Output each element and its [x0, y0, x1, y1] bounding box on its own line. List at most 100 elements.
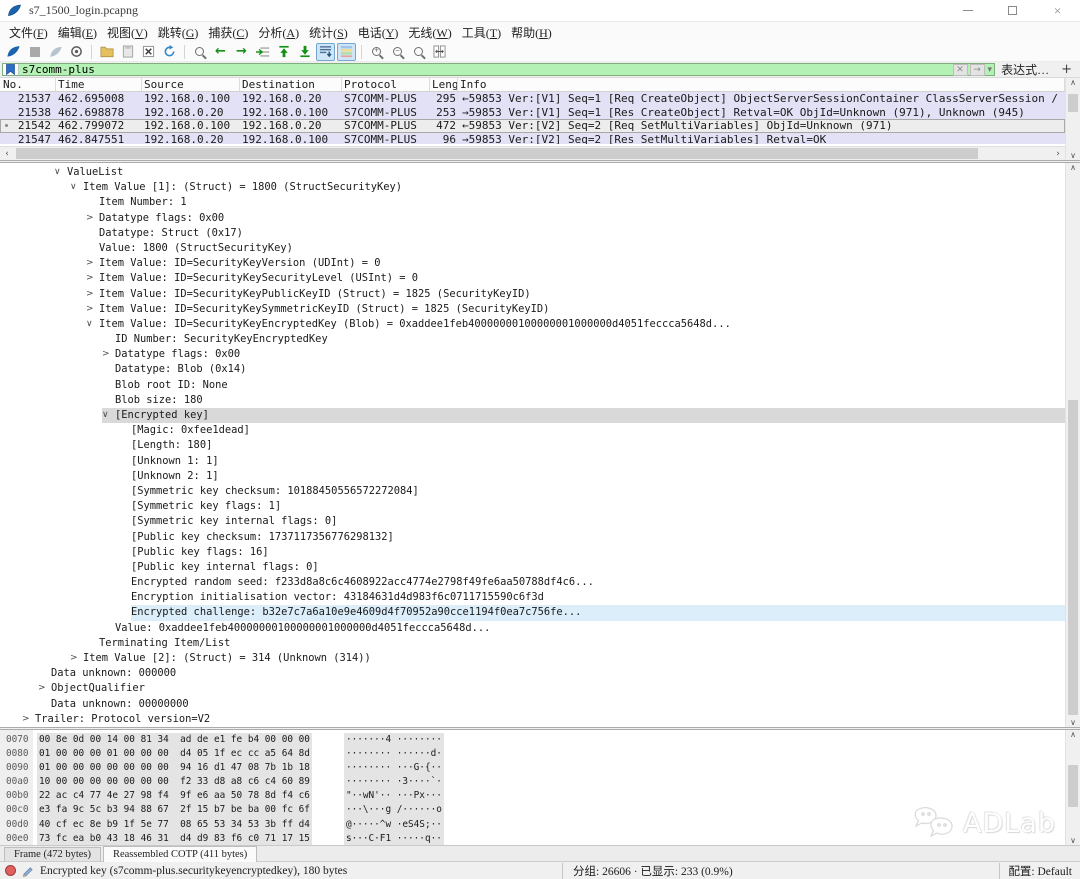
zoom-out-button[interactable]: − — [388, 43, 407, 61]
vscroll-thumb[interactable] — [1068, 94, 1078, 112]
packet-row[interactable]: 21538462.698878192.168.0.20192.168.0.100… — [0, 106, 1065, 120]
tree-label[interactable]: [Encrypted key] — [115, 408, 1065, 423]
scroll-right-icon[interactable]: › — [1051, 149, 1065, 159]
tree-label[interactable]: [Symmetric key internal flags: 0] — [131, 514, 1065, 529]
tree-row[interactable]: [Public key checksum: 173711735677629813… — [0, 530, 1065, 545]
expression-button[interactable]: 表达式… — [995, 61, 1055, 78]
scroll-down-icon[interactable]: ∨ — [1066, 718, 1080, 727]
tree-row[interactable]: Blob size: 180 — [0, 393, 1065, 408]
hex-row[interactable]: 007000 8e 0d 00 14 00 81 34 ad de e1 fe … — [0, 733, 1065, 747]
file-close-button[interactable] — [139, 43, 158, 61]
menu-item-G[interactable]: 跳转(G) — [153, 22, 204, 43]
scroll-down-icon[interactable]: ∨ — [1066, 836, 1080, 845]
scroll-left-icon[interactable]: ‹ — [0, 149, 14, 159]
packet-row[interactable]: 21542462.799072192.168.0.100192.168.0.20… — [0, 119, 1065, 133]
tree-row[interactable]: ID Number: SecurityKeyEncryptedKey — [0, 332, 1065, 347]
tree-label[interactable]: Item Value: ID=SecurityKeySecurityLevel … — [99, 271, 1065, 286]
capture-stop-button[interactable] — [25, 43, 44, 61]
tree-label[interactable]: Datatype: Struct (0x17) — [99, 226, 1065, 241]
filter-apply-button[interactable]: → — [970, 64, 985, 76]
expander-closed-icon[interactable]: > — [86, 256, 99, 271]
expander-open-icon[interactable]: ∨ — [86, 317, 99, 332]
tree-row[interactable]: Encrypted random seed: f233d8a8c6c460892… — [0, 575, 1065, 590]
tree-label[interactable]: Blob size: 180 — [115, 393, 1065, 408]
hex-bytes[interactable]: 10 00 00 00 00 00 00 00 f2 33 d8 a8 c6 c… — [37, 775, 312, 789]
tree-row[interactable]: Data unknown: 00000000 — [0, 697, 1065, 712]
column-header-protocol[interactable]: Protocol — [342, 78, 430, 91]
tree-label[interactable]: Item Value [2]: (Struct) = 314 (Unknown … — [83, 651, 1065, 666]
tree-label[interactable]: Encrypted challenge: b32e7c7a6a10e9e4609… — [131, 605, 1065, 620]
tree-row[interactable]: Encryption initialisation vector: 431846… — [0, 590, 1065, 605]
menu-item-F[interactable]: 文件(F) — [4, 22, 53, 43]
expander-closed-icon[interactable]: > — [70, 651, 83, 666]
hex-bytes[interactable]: 73 fc ea b0 43 18 46 31 d4 d9 83 f6 c0 7… — [37, 832, 312, 845]
tree-label[interactable]: [Symmetric key checksum: 101884505565722… — [131, 484, 1065, 499]
tree-label[interactable]: Item Value: ID=SecurityKeyVersion (UDInt… — [99, 256, 1065, 271]
expander-closed-icon[interactable]: > — [86, 271, 99, 286]
expander-closed-icon[interactable]: > — [86, 211, 99, 226]
maximize-button[interactable] — [990, 0, 1035, 21]
tree-row[interactable]: Value: 1800 (StructSecurityKey) — [0, 241, 1065, 256]
file-open-button[interactable] — [97, 43, 116, 61]
tree-label[interactable]: [Unknown 2: 1] — [131, 469, 1065, 484]
go-top-button[interactable] — [274, 43, 293, 61]
tree-label[interactable]: [Public key checksum: 173711735677629813… — [131, 530, 1065, 545]
menu-item-Y[interactable]: 电话(Y) — [353, 22, 404, 43]
tree-label[interactable]: [Unknown 1: 1] — [131, 454, 1065, 469]
hex-ascii[interactable]: "··wN'·· ···Px··· — [344, 789, 444, 803]
hex-bytes[interactable]: 01 00 00 00 00 00 00 00 94 16 d1 47 08 7… — [37, 761, 312, 775]
tree-row[interactable]: [Symmetric key checksum: 101884505565722… — [0, 484, 1065, 499]
column-header-destination[interactable]: Destination — [240, 78, 342, 91]
menu-item-E[interactable]: 编辑(E) — [53, 22, 102, 43]
hex-ascii[interactable]: ········ ·3····`· — [344, 775, 444, 789]
menu-item-H[interactable]: 帮助(H) — [506, 22, 557, 43]
tree-label[interactable]: Item Value: ID=SecurityKeyEncryptedKey (… — [99, 317, 1065, 332]
hex-bytes[interactable]: 22 ac c4 77 4e 27 98 f4 9f e6 aa 50 78 8… — [37, 789, 312, 803]
vscroll-thumb[interactable] — [1068, 765, 1078, 807]
packet-list-vscrollbar[interactable]: ∧ ∨ — [1065, 78, 1080, 160]
go-forward-button[interactable]: → — [232, 43, 251, 61]
tree-row[interactable]: >Datatype flags: 0x00 — [0, 347, 1065, 362]
tree-row[interactable]: >ObjectQualifier — [0, 681, 1065, 696]
menu-item-T[interactable]: 工具(T) — [457, 22, 506, 43]
tree-label[interactable]: Value: 0xaddee1feb4000000010000000100000… — [115, 621, 1065, 636]
file-save-button[interactable] — [118, 43, 137, 61]
tree-row[interactable]: Item Number: 1 — [0, 195, 1065, 210]
hex-row[interactable]: 00b022 ac c4 77 4e 27 98 f4 9f e6 aa 50 … — [0, 789, 1065, 803]
tree-label[interactable]: Data unknown: 00000000 — [51, 697, 1065, 712]
tree-row[interactable]: [Symmetric key internal flags: 0] — [0, 514, 1065, 529]
column-header-time[interactable]: Time — [56, 78, 142, 91]
tree-label[interactable]: [Magic: 0xfee1dead] — [131, 423, 1065, 438]
vscroll-thumb[interactable] — [1068, 400, 1078, 715]
byte-tab[interactable]: Frame (472 bytes) — [4, 847, 101, 861]
display-filter-input[interactable]: s7comm-plus ✕ → ▾ — [2, 63, 995, 76]
tree-label[interactable]: ID Number: SecurityKeyEncryptedKey — [115, 332, 1065, 347]
tree-label[interactable]: Datatype flags: 0x00 — [115, 347, 1065, 362]
hex-bytes[interactable]: 01 00 00 00 01 00 00 00 d4 05 1f ec cc a… — [37, 747, 312, 761]
expander-closed-icon[interactable]: > — [102, 347, 115, 362]
menu-item-V[interactable]: 视图(V) — [102, 22, 153, 43]
hex-ascii[interactable]: ········ ···G·{·· — [344, 761, 444, 775]
hex-ascii[interactable]: s···C·F1 ·····q·· — [344, 832, 444, 845]
find-packet-button[interactable] — [190, 43, 209, 61]
hex-ascii[interactable]: ·······4 ········ — [344, 733, 444, 747]
tree-label[interactable]: Encrypted random seed: f233d8a8c6c460892… — [131, 575, 1065, 590]
tree-label[interactable]: [Symmetric key flags: 1] — [131, 499, 1065, 514]
tree-row[interactable]: >Item Value: ID=SecurityKeySymmetricKeyI… — [0, 302, 1065, 317]
tree-row[interactable]: [Unknown 2: 1] — [0, 469, 1065, 484]
profile-label[interactable]: 配置: Default — [999, 863, 1080, 879]
tree-row[interactable]: Blob root ID: None — [0, 378, 1065, 393]
filter-clear-button[interactable]: ✕ — [953, 64, 968, 76]
resize-columns-button[interactable] — [430, 43, 449, 61]
minimize-button[interactable] — [945, 0, 990, 21]
tree-row[interactable]: >Item Value: ID=SecurityKeyPublicKeyID (… — [0, 287, 1065, 302]
column-header-source[interactable]: Source — [142, 78, 240, 91]
tree-row[interactable]: [Length: 180] — [0, 438, 1065, 453]
expert-info-icon[interactable] — [5, 865, 16, 876]
tree-row[interactable]: >Item Value [2]: (Struct) = 314 (Unknown… — [0, 651, 1065, 666]
tree-label[interactable]: [Length: 180] — [131, 438, 1065, 453]
tree-row[interactable]: Datatype: Blob (0x14) — [0, 362, 1065, 377]
menu-item-W[interactable]: 无线(W) — [403, 22, 456, 43]
expander-closed-icon[interactable]: > — [22, 712, 35, 727]
tree-row[interactable]: ∨ValueList — [0, 165, 1065, 180]
